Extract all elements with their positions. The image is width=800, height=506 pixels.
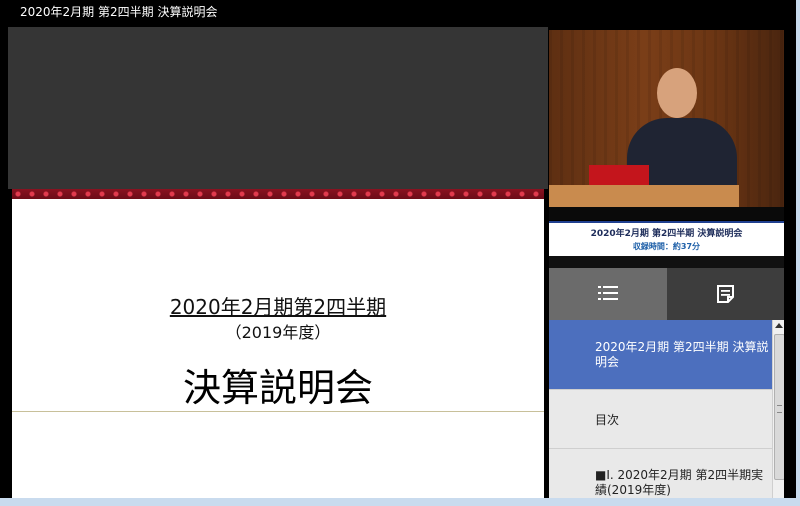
video-caption: 2020年2月期 第2四半期 決算説明会 収録時間：約37分 <box>549 221 784 258</box>
right-edge <box>784 27 796 498</box>
window-title: 2020年2月期 第2四半期 決算説明会 <box>20 5 218 19</box>
podium <box>549 185 739 207</box>
list-item-label: 2020年2月期 第2四半期 決算説明会 <box>595 340 769 369</box>
list-item[interactable]: 2020年2月期 第2四半期 決算説明会 <box>549 320 772 390</box>
slide-dark-panel <box>8 27 548 189</box>
tab-chapters[interactable] <box>549 268 667 320</box>
scroll-grip-icon <box>777 405 782 413</box>
slide-divider <box>12 411 544 412</box>
speaker-video[interactable] <box>549 30 784 220</box>
list-icon <box>598 286 618 300</box>
slide-area: 2020年2月期第2四半期 （2019年度） 決算説明会 <box>8 27 548 498</box>
decorative-band <box>12 189 544 199</box>
list-item[interactable]: 目次 <box>549 391 772 449</box>
chapter-list: 2020年2月期 第2四半期 決算説明会 目次 ■I. 2020年2月期 第2四… <box>549 320 772 498</box>
list-item-label: ■I. 2020年2月期 第2四半期実績(2019年度) <box>595 468 764 497</box>
caption-spacer <box>549 256 784 268</box>
slide-title-period: 2020年2月期第2四半期 <box>169 295 387 319</box>
caption-title: 2020年2月期 第2四半期 決算説明会 <box>590 229 743 239</box>
slide-title-year: （2019年度） <box>225 323 331 342</box>
list-item-label: 目次 <box>595 413 620 427</box>
slide: 2020年2月期第2四半期 （2019年度） 決算説明会 <box>12 189 544 498</box>
laptop <box>589 165 649 185</box>
player-window: 2020年2月期 第2四半期 決算説明会 2020年2月期第2四半期 （2019… <box>0 0 800 506</box>
video-bottom-bar <box>549 207 784 220</box>
notes-icon <box>717 285 734 303</box>
caption-duration: 収録時間：約37分 <box>632 242 701 251</box>
tab-notes[interactable] <box>667 268 784 320</box>
title-bar: 2020年2月期 第2四半期 決算説明会 <box>0 0 796 27</box>
speaker-head <box>657 68 697 118</box>
list-item[interactable]: ■I. 2020年2月期 第2四半期実績(2019年度) <box>549 450 772 498</box>
slide-title-main: 決算説明会 <box>182 366 373 410</box>
